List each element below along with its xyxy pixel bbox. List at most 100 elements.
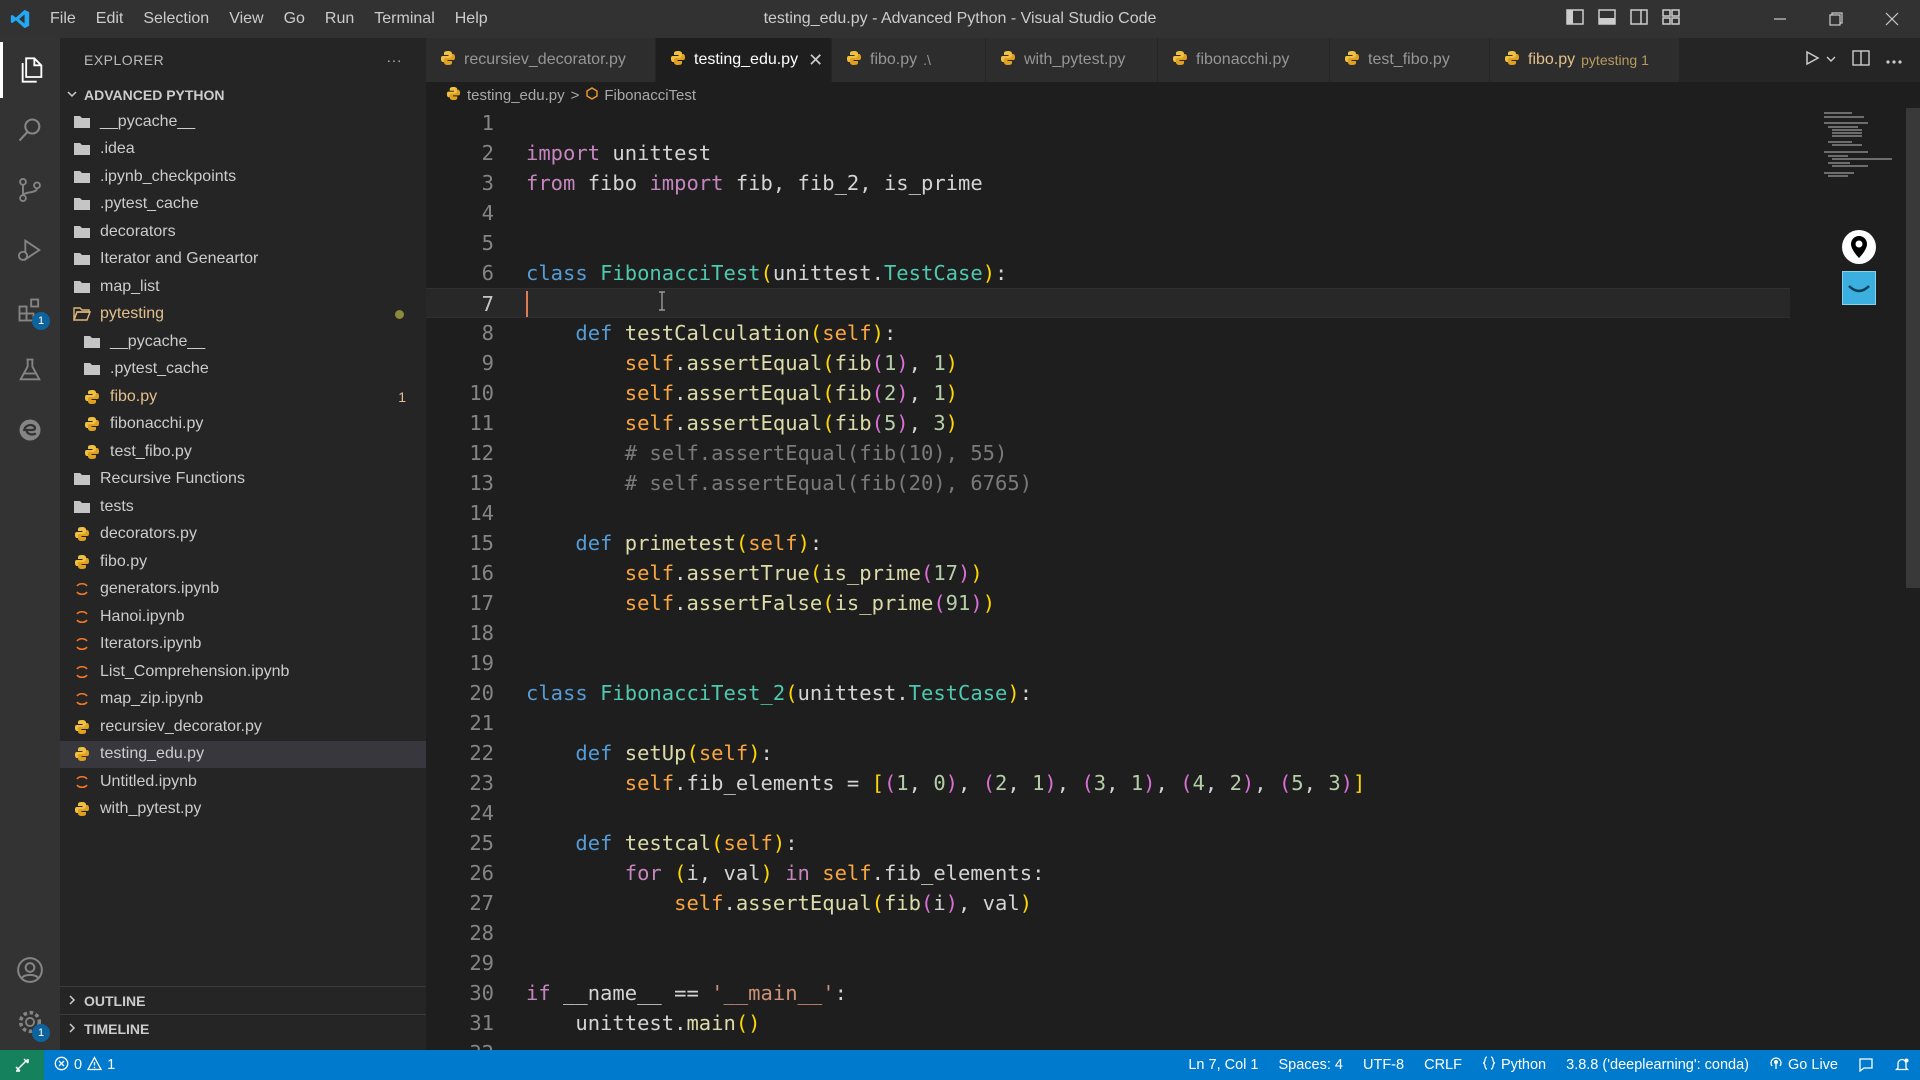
menu-file[interactable]: File [40,0,86,38]
edge-devtools-icon[interactable] [0,402,60,458]
code-editor[interactable]: 1 2 import unittest 3 from fibo import fib… [426,108,1920,1050]
python-file-icon [1504,50,1520,71]
tree-item-label: fibonacchi.py [110,415,204,433]
tab-recursiev-decorator[interactable]: recursiev_decorator.py [426,38,656,82]
tree-item[interactable]: __pycache__ [60,108,426,136]
tree-item[interactable]: fibo.py 1 [60,383,426,411]
end-of-line[interactable]: CRLF [1414,1057,1472,1073]
tree-item[interactable]: decorators [60,218,426,246]
testing-icon[interactable] [0,342,60,398]
go-live-button[interactable]: Go Live [1759,1056,1848,1074]
tab-fibo-root[interactable]: fibo.py .\ [832,38,986,82]
folder-icon [72,249,92,269]
tree-item[interactable]: fibo.py [60,548,426,576]
tree-item-label: pytesting [100,305,165,323]
tab-label: with_pytest.py [1024,51,1126,68]
code-line-5: 5 [426,228,1790,258]
tab-with-pytest[interactable]: with_pytest.py [986,38,1158,82]
folder-open-icon [72,304,92,324]
python-file-icon [1172,50,1188,71]
map-pin-icon[interactable] [1842,230,1876,264]
tree-item[interactable]: Iterator and Geneartor [60,246,426,274]
encoding[interactable]: UTF-8 [1353,1057,1414,1073]
extensions-icon[interactable]: 1 [0,282,60,338]
editor-scrollbar[interactable] [1906,108,1920,588]
tab-testing-edu[interactable]: testing_edu.py ✕ [656,38,832,82]
tree-item[interactable]: Hanoi.ipynb [60,603,426,631]
tree-item[interactable]: .pytest_cache [60,356,426,384]
class-symbol-icon [585,86,600,105]
tab-test-fibo[interactable]: test_fibo.py [1330,38,1490,82]
tree-item[interactable]: fibonacchi.py [60,411,426,439]
source-control-icon[interactable] [0,162,60,218]
tree-item[interactable]: testing_edu.py [60,740,426,768]
menu-terminal[interactable]: Terminal [364,0,444,38]
line-number: 1 [481,111,494,135]
text-cursor [526,291,528,317]
indentation[interactable]: Spaces: 4 [1269,1057,1354,1073]
tree-item[interactable]: Untitled.ipynb [60,768,426,796]
breadcrumb-separator: > [570,86,580,104]
python-interpreter[interactable]: 3.8.8 ('deeplearning': conda) [1556,1057,1759,1073]
more-actions-button[interactable]: ··· [387,52,403,68]
breadcrumb-file[interactable]: testing_edu.py [467,87,565,104]
tab-label: fibo.py [1528,51,1576,68]
tab-label: test_fibo.py [1368,51,1450,68]
close-window-icon[interactable] [1864,0,1920,38]
toggle-panel-icon[interactable] [1598,8,1616,30]
run-debug-icon[interactable] [0,222,60,278]
restore-icon[interactable] [1808,0,1864,38]
split-editor-icon[interactable] [1852,49,1870,71]
minimize-icon[interactable] [1752,0,1808,38]
tab-fibo-pytesting[interactable]: fibo.py pytesting 1 [1490,38,1680,82]
menu-help[interactable]: Help [445,0,498,38]
workspace-root[interactable]: ADVANCED PYTHON [60,82,426,108]
chevron-down-icon[interactable] [1826,51,1836,69]
tree-item[interactable]: .pytest_cache [60,191,426,219]
folder-icon [72,277,92,297]
toggle-secondary-sidebar-icon[interactable] [1630,8,1648,30]
accounts-icon[interactable] [0,942,60,998]
tree-item[interactable]: tests [60,493,426,521]
remote-indicator-icon[interactable] [0,1050,44,1080]
toggle-primary-sidebar-icon[interactable] [1566,8,1584,30]
notifications-bell-icon[interactable] [1884,1057,1920,1073]
smiley-avatar-icon[interactable] [1842,271,1876,305]
code-line-25: 25 def testcal(self): [426,828,1790,858]
tree-item[interactable]: Iterators.ipynb [60,631,426,659]
tree-item[interactable]: generators.ipynb [60,576,426,604]
tree-item[interactable]: map_list [60,273,426,301]
tree-item-label: tests [100,497,134,515]
tree-item[interactable]: List_Comprehension.ipynb [60,658,426,686]
feedback-icon[interactable] [1848,1057,1884,1073]
explorer-icon[interactable] [0,42,60,98]
tree-item[interactable]: __pycache__ [60,328,426,356]
tree-item[interactable]: test_fibo.py [60,438,426,466]
tab-fibonacchi[interactable]: fibonacchi.py [1158,38,1330,82]
outline-section[interactable]: OUTLINE [60,986,426,1014]
close-tab-icon[interactable]: ✕ [808,50,823,71]
tree-item[interactable]: .idea [60,136,426,164]
menu-go[interactable]: Go [274,0,315,38]
more-icon[interactable] [1886,51,1902,69]
run-file-icon[interactable] [1804,50,1820,71]
tree-item[interactable]: .ipynb_checkpoints [60,163,426,191]
search-icon[interactable] [0,102,60,158]
menu-selection[interactable]: Selection [133,0,219,38]
language-mode[interactable]: Python [1472,1056,1556,1074]
tree-item[interactable]: recursiev_decorator.py [60,713,426,741]
settings-gear-icon[interactable]: 1 [0,994,60,1050]
tree-item[interactable]: map_zip.ipynb [60,686,426,714]
timeline-section[interactable]: TIMELINE [60,1014,426,1042]
menu-edit[interactable]: Edit [86,0,134,38]
tree-item[interactable]: pytesting [60,301,426,329]
cursor-position[interactable]: Ln 7, Col 1 [1178,1057,1268,1073]
tree-item[interactable]: with_pytest.py [60,796,426,824]
problems-indicator[interactable]: 0 1 [44,1055,125,1075]
menu-run[interactable]: Run [315,0,364,38]
customize-layout-icon[interactable] [1662,8,1680,30]
tree-item[interactable]: decorators.py [60,521,426,549]
tree-item[interactable]: Recursive Functions [60,466,426,494]
menu-view[interactable]: View [219,0,273,38]
breadcrumb-symbol[interactable]: FibonacciTest [604,87,696,104]
